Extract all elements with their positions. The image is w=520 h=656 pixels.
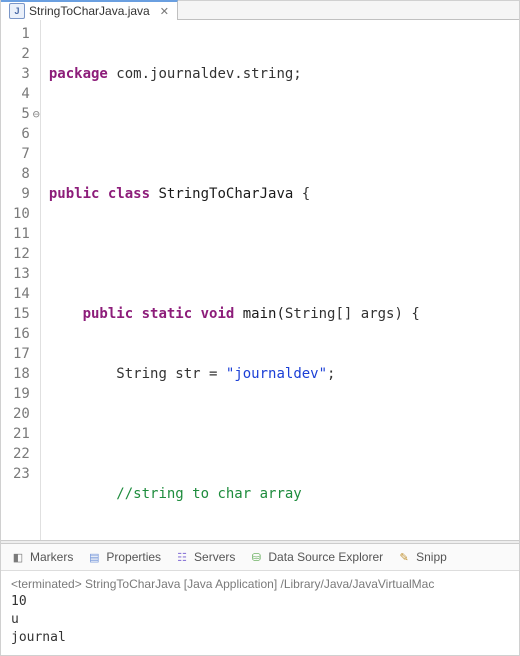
code-line: String str = "journaldev"; [49,364,511,384]
line-number: 11 [13,224,30,244]
view-label: Snipp [416,550,447,564]
code-line [49,244,511,264]
servers-icon: ☷ [175,550,189,564]
editor-tabbar: J StringToCharJava.java ✕ [1,1,519,20]
code-line: public static void main(String[] args) { [49,304,511,324]
line-number: 7 [13,144,30,164]
code-line: public class StringToCharJava { [49,184,511,204]
view-markers[interactable]: ◧ Markers [11,550,73,564]
java-file-icon: J [9,3,25,19]
markers-icon: ◧ [11,550,25,564]
editor-tab-active[interactable]: J StringToCharJava.java ✕ [1,0,178,20]
line-number: 20 [13,404,30,424]
line-number: 17 [13,344,30,364]
line-number: 16 [13,324,30,344]
code-line: package com.journaldev.string; [49,64,511,84]
code-line [49,124,511,144]
view-label: Properties [106,550,161,564]
console-output[interactable]: 10 u journal [1,593,519,655]
line-number: 3 [13,64,30,84]
code-line [49,424,511,444]
line-number: 5 [13,104,30,124]
view-properties[interactable]: ▤ Properties [87,550,161,564]
line-number: 8 [13,164,30,184]
close-icon[interactable]: ✕ [160,5,169,18]
line-number: 23 [13,464,30,484]
code-line: //string to char array [49,484,511,504]
console-line: 10 [11,593,509,611]
line-number: 2 [13,44,30,64]
line-number: 6 [13,124,30,144]
run-config-status: <terminated> StringToCharJava [Java Appl… [1,571,519,593]
line-number: 1 [13,24,30,44]
code-editor[interactable]: 1 2 3 4 5 6 7 8 9 10 11 12 13 14 15 16 1… [1,20,519,540]
line-number: 22 [13,444,30,464]
line-number: 12 [13,244,30,264]
line-number-gutter: 1 2 3 4 5 6 7 8 9 10 11 12 13 14 15 16 1… [1,20,41,540]
line-number: 9 [13,184,30,204]
line-number: 15 [13,304,30,324]
views-tabbar: ◧ Markers ▤ Properties ☷ Servers ⛁ Data Sour… [1,544,519,571]
code-area[interactable]: package com.journaldev.string; public cl… [41,20,519,540]
snippet-icon: ✎ [397,550,411,564]
properties-icon: ▤ [87,550,101,564]
line-number: 18 [13,364,30,384]
console-line: u [11,611,509,629]
line-number: 14 [13,284,30,304]
view-datasource[interactable]: ⛁ Data Source Explorer [249,550,383,564]
line-number: 19 [13,384,30,404]
line-number: 21 [13,424,30,444]
ide-window: J StringToCharJava.java ✕ 1 2 3 4 5 6 7 … [0,0,520,656]
line-number: 10 [13,204,30,224]
bottom-panel: ◧ Markers ▤ Properties ☷ Servers ⛁ Data Sour… [1,544,519,655]
view-servers[interactable]: ☷ Servers [175,550,235,564]
line-number: 4 [13,84,30,104]
view-label: Servers [194,550,235,564]
view-label: Data Source Explorer [268,550,383,564]
view-snippets[interactable]: ✎ Snipp [397,550,447,564]
database-icon: ⛁ [249,550,263,564]
line-number: 13 [13,264,30,284]
console-line: journal [11,629,509,647]
view-label: Markers [30,550,73,564]
tab-filename: StringToCharJava.java [29,4,150,18]
